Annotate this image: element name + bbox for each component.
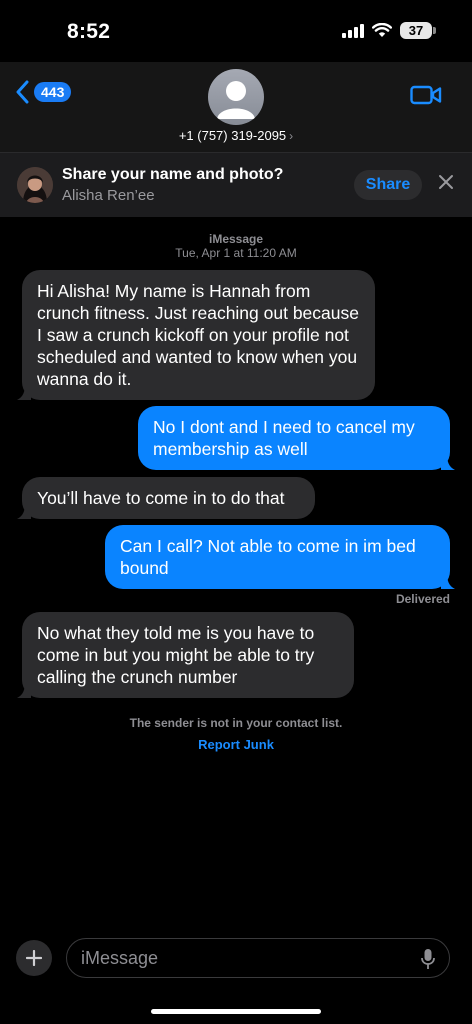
- add-attachment-button[interactable]: [16, 940, 52, 976]
- conversation-meta: iMessage Tue, Apr 1 at 11:20 AM: [0, 232, 472, 260]
- wifi-icon: [372, 23, 392, 37]
- service-label: iMessage: [208, 232, 264, 246]
- status-icons: 37: [342, 22, 436, 39]
- message-bubble-incoming[interactable]: You’ll have to come in to do that: [17, 477, 315, 519]
- chevron-right-icon: ›: [289, 129, 294, 143]
- message-bubble-incoming[interactable]: Hi Alisha! My name is Hannah from crunch…: [17, 270, 375, 400]
- video-call-icon: [410, 85, 442, 105]
- profile-photo: [17, 167, 53, 203]
- timestamp: Tue, Apr 1 at 11:20 AM: [175, 246, 297, 260]
- signal-icon: [342, 23, 364, 38]
- conversation-header: 443 +1 (757) 319-2095 ›: [0, 62, 472, 152]
- contact-phone[interactable]: +1 (757) 319-2095 ›: [0, 128, 472, 143]
- message-text: No what they told me is you have to come…: [37, 623, 315, 687]
- bubble-tail: [17, 503, 31, 519]
- phone-number: +1 (757) 319-2095: [178, 128, 287, 143]
- message-text: Can I call? Not able to come in im bed b…: [120, 536, 416, 578]
- bubble-tail: [17, 682, 31, 698]
- microphone-icon: [421, 949, 435, 969]
- bubble-tail: [441, 573, 455, 589]
- not-in-contacts-note: The sender is not in your contact list.: [129, 716, 343, 730]
- status-bar: 8:52 37: [0, 0, 472, 62]
- delivered-status: Delivered: [395, 592, 450, 606]
- video-call-button[interactable]: [410, 84, 442, 111]
- share-button[interactable]: Share: [354, 170, 422, 200]
- share-name: Alisha Ren’ee: [62, 187, 155, 204]
- message-bubble-incoming[interactable]: No what they told me is you have to come…: [17, 612, 354, 698]
- battery-level: 37: [408, 23, 424, 38]
- plus-icon: [26, 950, 42, 966]
- bubble-tail: [441, 454, 455, 470]
- report-junk-link[interactable]: Report Junk: [0, 737, 472, 752]
- dictation-button[interactable]: [421, 948, 435, 975]
- message-input-placeholder: iMessage: [81, 948, 159, 968]
- message-text: You’ll have to come in to do that: [37, 488, 285, 508]
- status-time: 8:52: [67, 20, 111, 43]
- bubble-tail: [17, 384, 31, 400]
- message-input[interactable]: iMessage: [66, 938, 450, 978]
- share-title: Share your name and photo?: [62, 166, 284, 183]
- battery-icon: 37: [400, 22, 436, 39]
- back-chevron-icon: [16, 80, 29, 104]
- close-banner-button[interactable]: [438, 174, 454, 195]
- message-bubble-outgoing[interactable]: Can I call? Not able to come in im bed b…: [105, 525, 455, 589]
- home-indicator[interactable]: [151, 1009, 321, 1014]
- message-text: No I dont and I need to cancel my member…: [153, 417, 415, 459]
- message-text: Hi Alisha! My name is Hannah from crunch…: [37, 281, 359, 389]
- message-bubble-outgoing[interactable]: No I dont and I need to cancel my member…: [138, 406, 455, 470]
- avatar-icon[interactable]: [208, 69, 264, 125]
- back-button[interactable]: 443: [16, 80, 72, 104]
- share-name-banner: Share your name and photo? Alisha Ren’ee…: [0, 152, 472, 217]
- unread-count-badge: 443: [34, 82, 72, 102]
- close-icon: [439, 175, 453, 189]
